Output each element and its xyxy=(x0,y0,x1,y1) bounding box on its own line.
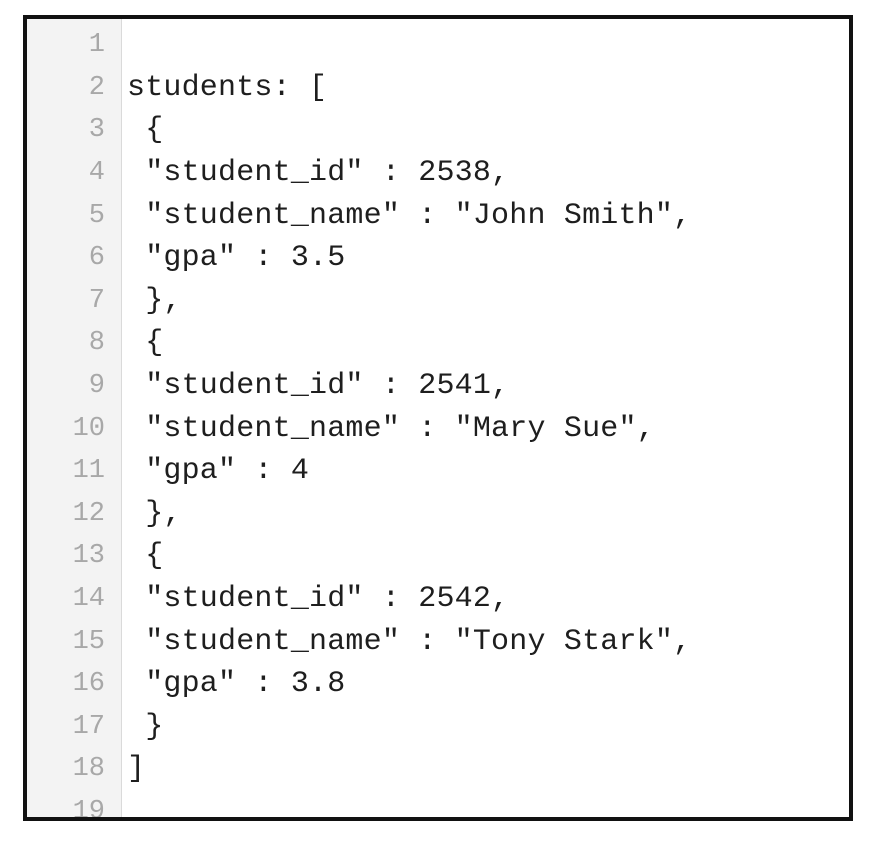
code-line[interactable]: 4 "student_id" : 2538, xyxy=(27,152,849,195)
code-line[interactable]: 1 xyxy=(27,24,849,67)
line-text[interactable]: ] xyxy=(127,752,145,786)
code-line[interactable]: 5 "student_name" : "John Smith", xyxy=(27,194,849,237)
code-lines[interactable]: 1 2 students: [ 3 { 4 "student_id" : 2538… xyxy=(27,24,849,821)
line-number: 19 xyxy=(72,796,105,821)
line-number: 8 xyxy=(88,328,105,359)
code-line[interactable]: 10 "student_name" : "Mary Sue", xyxy=(27,407,849,450)
code-line[interactable]: 12 }, xyxy=(27,493,849,536)
code-line[interactable]: 3 { xyxy=(27,109,849,152)
line-number: 14 xyxy=(72,584,105,615)
line-text[interactable]: "student_id" : 2541, xyxy=(127,369,509,403)
line-text[interactable]: "student_id" : 2538, xyxy=(127,156,509,190)
code-line[interactable]: 18] xyxy=(27,748,849,791)
line-text[interactable]: "student_id" : 2542, xyxy=(127,582,509,616)
code-line[interactable]: 9 "student_id" : 2541, xyxy=(27,365,849,408)
line-text[interactable]: students: [ xyxy=(127,71,327,105)
code-line[interactable]: 13 { xyxy=(27,535,849,578)
code-line[interactable]: 7 }, xyxy=(27,280,849,323)
line-number: 4 xyxy=(88,158,105,189)
line-number: 13 xyxy=(72,541,105,572)
line-text[interactable]: { xyxy=(127,539,163,573)
code-line[interactable]: 8 { xyxy=(27,322,849,365)
line-number: 6 xyxy=(88,243,105,274)
code-line[interactable]: 14 "student_id" : 2542, xyxy=(27,578,849,621)
line-number: 11 xyxy=(72,456,105,487)
line-text[interactable]: }, xyxy=(127,284,182,318)
code-line[interactable]: 16 "gpa" : 3.8 xyxy=(27,663,849,706)
code-editor: 1 2 students: [ 3 { 4 "student_id" : 2538… xyxy=(23,15,853,821)
line-number: 7 xyxy=(88,285,105,316)
code-line[interactable]: 11 "gpa" : 4 xyxy=(27,450,849,493)
line-number: 2 xyxy=(88,72,105,103)
line-text[interactable]: "student_name" : "Tony Stark", xyxy=(127,625,691,659)
code-line[interactable]: 19 xyxy=(27,791,849,821)
line-text[interactable]: "gpa" : 3.5 xyxy=(127,241,345,275)
line-number: 9 xyxy=(88,371,105,402)
line-number: 15 xyxy=(72,626,105,657)
line-text[interactable]: "gpa" : 4 xyxy=(127,454,309,488)
line-number: 17 xyxy=(72,711,105,742)
code-line[interactable]: 15 "student_name" : "Tony Stark", xyxy=(27,620,849,663)
code-line[interactable]: 6 "gpa" : 3.5 xyxy=(27,237,849,280)
line-number: 18 xyxy=(72,754,105,785)
line-number: 16 xyxy=(72,669,105,700)
code-line[interactable]: 17 } xyxy=(27,706,849,749)
code-line[interactable]: 2 students: [ xyxy=(27,67,849,110)
line-text[interactable]: { xyxy=(127,326,163,360)
line-number: 10 xyxy=(72,413,105,444)
line-number: 5 xyxy=(88,200,105,231)
line-number: 3 xyxy=(88,115,105,146)
line-text[interactable]: "student_name" : "Mary Sue", xyxy=(127,412,655,446)
line-text[interactable]: { xyxy=(127,113,163,147)
line-text[interactable]: "gpa" : 3.8 xyxy=(127,667,345,701)
line-number: 12 xyxy=(72,498,105,529)
line-text[interactable]: } xyxy=(127,710,163,744)
line-text[interactable]: "student_name" : "John Smith", xyxy=(127,199,691,233)
line-number: 1 xyxy=(88,30,105,61)
line-text[interactable]: }, xyxy=(127,497,182,531)
